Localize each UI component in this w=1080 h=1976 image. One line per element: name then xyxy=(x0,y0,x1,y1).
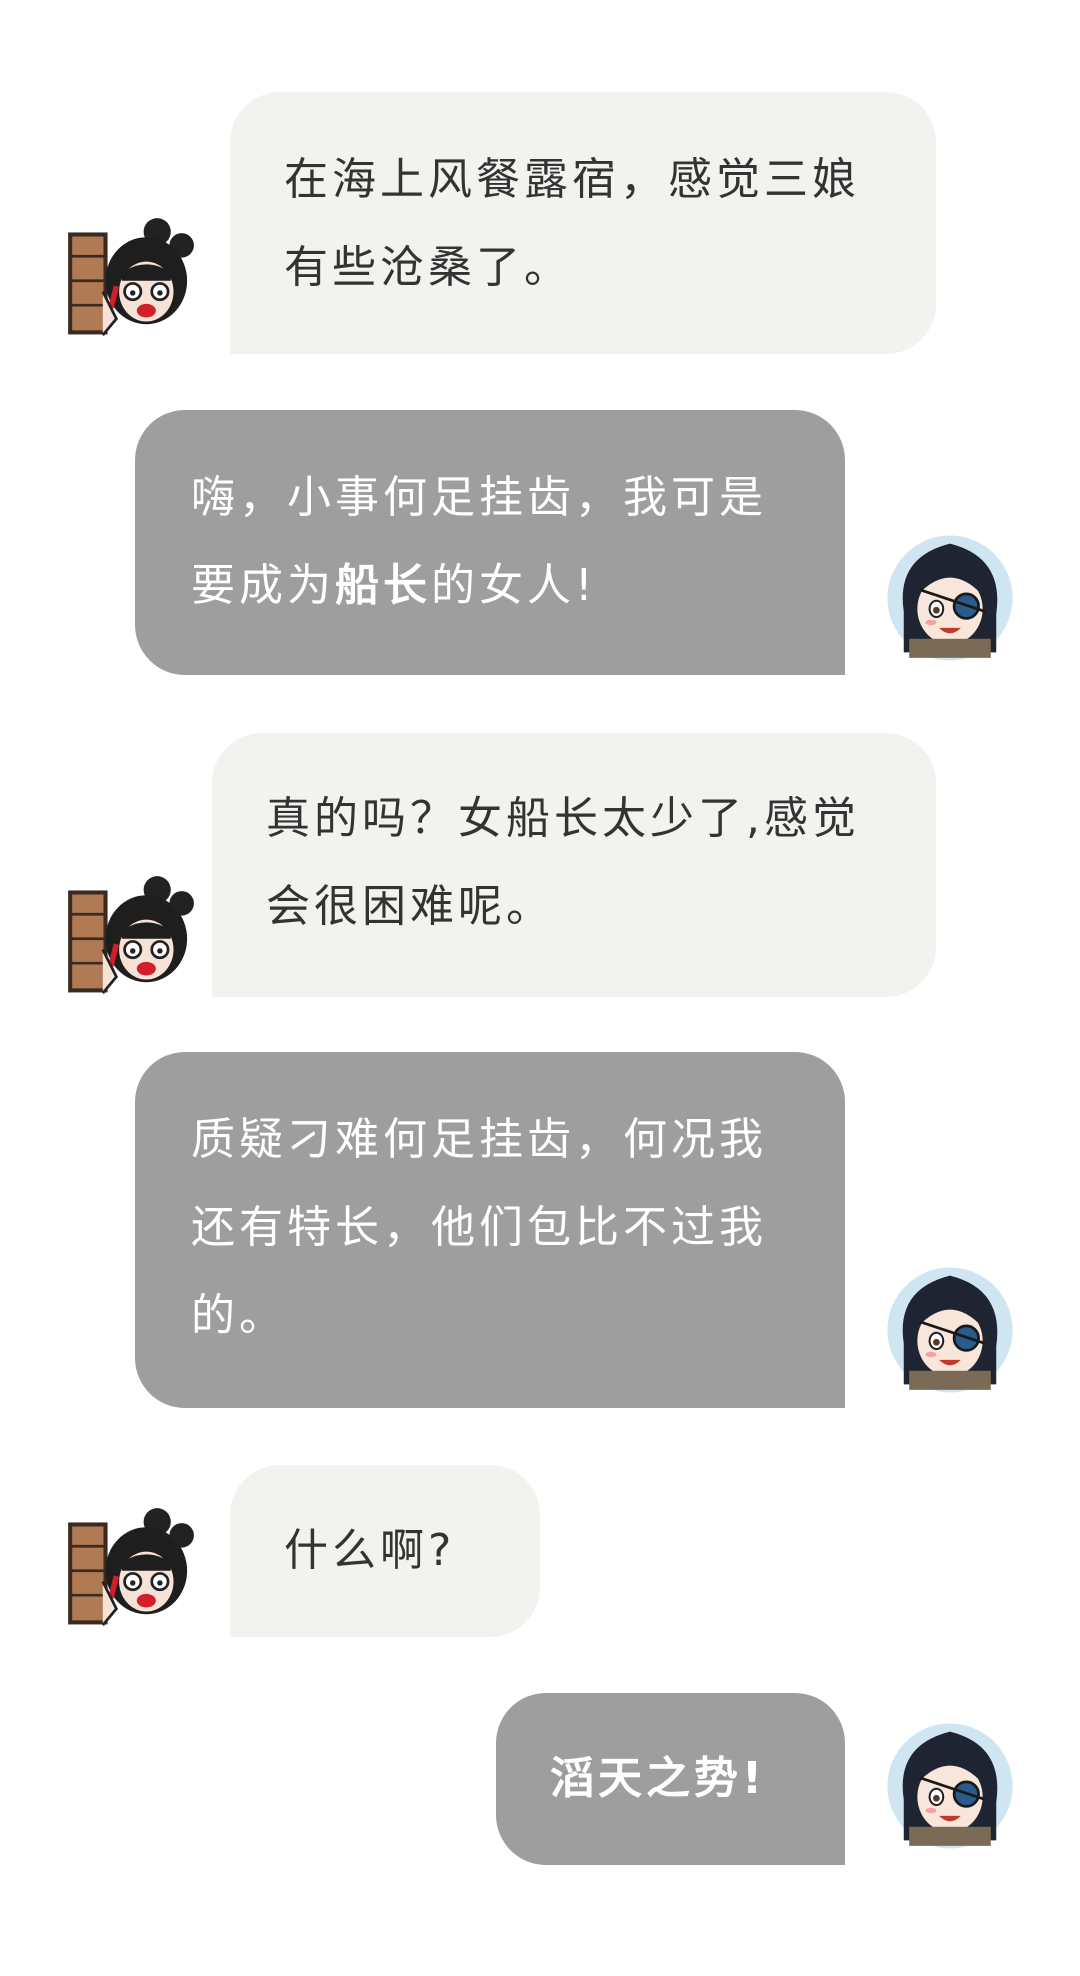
message-text-bold: 船长 xyxy=(335,560,431,611)
message-text: 要成为 xyxy=(191,560,335,611)
message-text-line: 要成为船长的女人! xyxy=(191,542,789,630)
avatar-left-icon[interactable] xyxy=(62,1500,198,1636)
message-text: 质疑刁难何足挂齿，何况我 xyxy=(191,1114,767,1165)
message-text: 什么啊? xyxy=(284,1525,456,1576)
message-bubble-1[interactable]: 在海上风餐露宿，感觉三娘 有些沧桑了。 xyxy=(230,92,936,354)
avatar-right-icon[interactable] xyxy=(882,530,1018,666)
avatar-right-icon[interactable] xyxy=(882,1262,1018,1398)
shocked-chibi-icon xyxy=(68,876,194,994)
pirate-girl-icon xyxy=(887,1267,1013,1393)
message-text: 在海上风餐露宿，感觉三娘 xyxy=(284,154,860,205)
shocked-chibi-icon xyxy=(68,218,194,336)
message-text: 的。 xyxy=(191,1290,287,1341)
message-text: 会很困难呢。 xyxy=(266,881,554,932)
avatar-left-icon[interactable] xyxy=(62,868,198,1004)
message-text: 有些沧桑了。 xyxy=(284,242,572,293)
message-text: 真的吗？女船长太少了,感觉 xyxy=(266,793,860,844)
shocked-chibi-icon xyxy=(68,1508,194,1626)
message-text: 还有特长，他们包比不过我 xyxy=(191,1202,767,1253)
message-text: 嗨，小事何足挂齿，我可是 xyxy=(191,472,767,523)
message-bubble-6[interactable]: 滔天之势! xyxy=(496,1693,845,1865)
pirate-girl-icon xyxy=(887,1723,1013,1849)
pirate-girl-icon xyxy=(887,535,1013,661)
message-bubble-3[interactable]: 真的吗？女船长太少了,感觉 会很困难呢。 xyxy=(212,733,936,997)
avatar-right-icon[interactable] xyxy=(882,1718,1018,1854)
message-bubble-4[interactable]: 质疑刁难何足挂齿，何况我 还有特长，他们包比不过我 的。 xyxy=(135,1052,845,1408)
message-bubble-2[interactable]: 嗨，小事何足挂齿，我可是 要成为船长的女人! xyxy=(135,410,845,675)
message-text: 的女人! xyxy=(431,560,597,611)
avatar-left-icon[interactable] xyxy=(62,210,198,346)
message-text: 滔天之势! xyxy=(550,1753,767,1804)
message-bubble-5[interactable]: 什么啊? xyxy=(230,1465,540,1637)
chat-screen: 在海上风餐露宿，感觉三娘 有些沧桑了。 嗨，小事何足挂齿，我可是 要成为船长的女… xyxy=(0,0,1080,1976)
